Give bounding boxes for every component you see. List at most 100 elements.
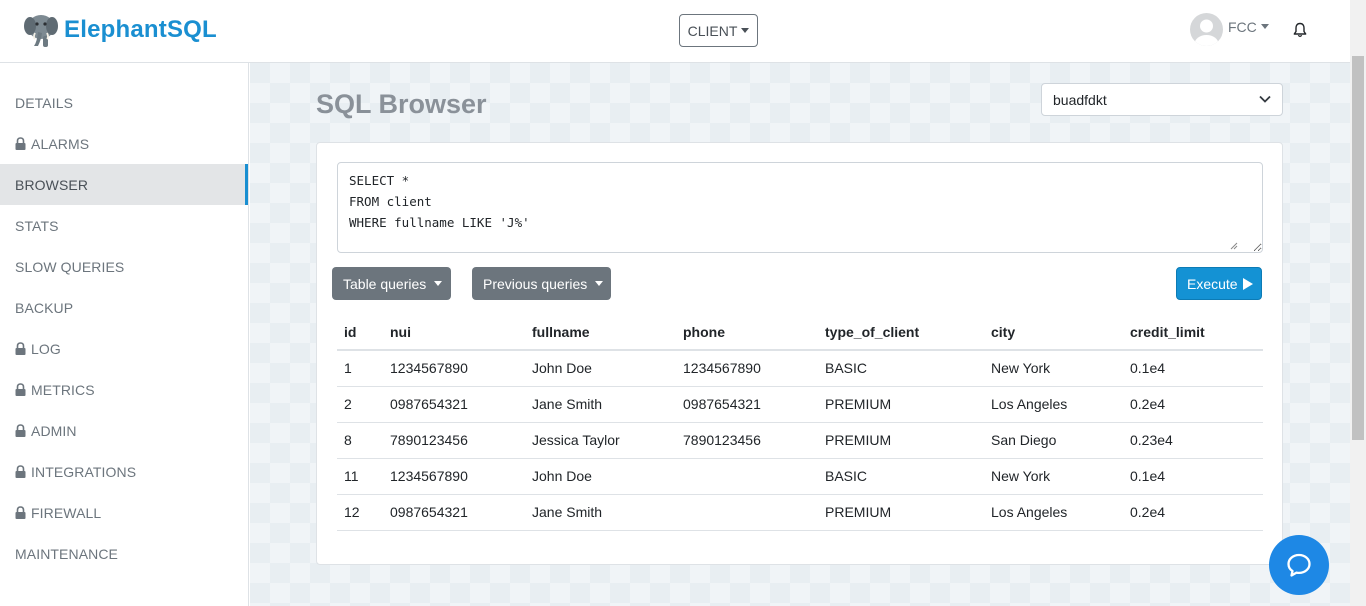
table-cell: 8 <box>337 422 383 459</box>
sidebar-item-label: BACKUP <box>15 299 74 316</box>
table-cell: 0.2e4 <box>1123 494 1263 531</box>
sidebar: DETAILS ALARMS BROWSER STATS SLOW QUERIE… <box>0 63 249 606</box>
table-cell: San Diego <box>984 422 1123 459</box>
table-row: 11 1234567890 John Doe BASIC New York 0.… <box>337 458 1263 495</box>
table-cell: 0987654321 <box>383 494 525 531</box>
caret-down-icon <box>1260 24 1269 29</box>
table-header-row: id nui fullname phone type_of_client cit… <box>337 314 1263 351</box>
user-silhouette-icon <box>1194 19 1219 46</box>
previous-queries-label: Previous queries <box>483 275 588 292</box>
table-row: 2 0987654321 Jane Smith 0987654321 PREMI… <box>337 386 1263 423</box>
table-cell: PREMIUM <box>818 386 984 423</box>
column-header: fullname <box>525 314 676 351</box>
table-cell: 11 <box>337 458 383 495</box>
table-cell: 2 <box>337 386 383 423</box>
user-menu[interactable]: FCC <box>1190 13 1269 46</box>
sidebar-item-label: BROWSER <box>15 176 89 193</box>
user-name: FCC <box>1228 18 1257 35</box>
sidebar-item-backup[interactable]: BACKUP <box>0 287 248 328</box>
table-row: 1 1234567890 John Doe 1234567890 BASIC N… <box>337 350 1263 387</box>
table-cell: 0987654321 <box>383 386 525 423</box>
results-table: id nui fullname phone type_of_client cit… <box>337 314 1263 531</box>
table-queries-label: Table queries <box>343 275 427 292</box>
sidebar-item-browser[interactable]: BROWSER <box>0 164 248 205</box>
table-cell: Jane Smith <box>525 386 676 423</box>
table-cell: 7890123456 <box>676 422 818 459</box>
main-content: SQL Browser buadfdkt SELECT * FROM clien… <box>250 63 1350 606</box>
sidebar-item-label: DETAILS <box>15 94 74 111</box>
bell-icon[interactable] <box>1293 22 1307 38</box>
table-cell: Jessica Taylor <box>525 422 676 459</box>
table-cell: 1234567890 <box>676 350 818 387</box>
database-select-value: buadfdkt <box>1053 91 1107 108</box>
table-cell: 0987654321 <box>676 386 818 423</box>
lock-icon <box>15 424 26 437</box>
scrollbar-thumb[interactable] <box>1352 56 1364 440</box>
execute-button[interactable]: Execute <box>1176 267 1262 300</box>
instance-dropdown-button[interactable]: CLIENT <box>679 14 758 47</box>
previous-queries-button[interactable]: Previous queries <box>472 267 611 300</box>
table-cell: 1234567890 <box>383 350 525 387</box>
table-row: 8 7890123456 Jessica Taylor 7890123456 P… <box>337 422 1263 459</box>
column-header: credit_limit <box>1123 314 1263 351</box>
database-select[interactable]: buadfdkt <box>1041 83 1283 116</box>
table-cell: BASIC <box>818 458 984 495</box>
avatar <box>1190 13 1223 46</box>
column-header: city <box>984 314 1123 351</box>
execute-label: Execute <box>1187 275 1238 292</box>
sidebar-item-label: INTEGRATIONS <box>31 463 137 480</box>
table-cell: Los Angeles <box>984 494 1123 531</box>
table-cell <box>676 458 818 495</box>
table-cell: 0.1e4 <box>1123 458 1263 495</box>
table-cell: 0.2e4 <box>1123 386 1263 423</box>
sidebar-item-label: LOG <box>31 340 61 357</box>
caret-down-icon <box>434 281 443 286</box>
caret-down-icon <box>741 28 750 33</box>
sidebar-item-slow-queries[interactable]: SLOW QUERIES <box>0 246 248 287</box>
table-cell: 0.23e4 <box>1123 422 1263 459</box>
table-cell: 1 <box>337 350 383 387</box>
sql-query-editor[interactable]: SELECT * FROM client WHERE fullname LIKE… <box>337 162 1263 253</box>
sidebar-item-stats[interactable]: STATS <box>0 205 248 246</box>
resize-grip-icon[interactable] <box>1230 242 1238 250</box>
query-card: SELECT * FROM client WHERE fullname LIKE… <box>316 142 1283 565</box>
sidebar-item-alarms[interactable]: ALARMS <box>0 123 248 164</box>
sidebar-item-admin[interactable]: ADMIN <box>0 410 248 451</box>
table-cell: Los Angeles <box>984 386 1123 423</box>
table-cell: New York <box>984 458 1123 495</box>
chevron-down-icon <box>1259 95 1271 103</box>
table-queries-button[interactable]: Table queries <box>332 267 451 300</box>
sidebar-item-label: METRICS <box>31 381 95 398</box>
chat-bubble-icon <box>1287 553 1311 577</box>
sidebar-item-log[interactable]: LOG <box>0 328 248 369</box>
sidebar-item-label: STATS <box>15 217 59 234</box>
sidebar-item-metrics[interactable]: METRICS <box>0 369 248 410</box>
table-cell: PREMIUM <box>818 422 984 459</box>
column-header: type_of_client <box>818 314 984 351</box>
table-cell: John Doe <box>525 458 676 495</box>
lock-icon <box>15 465 26 478</box>
elephant-logo-icon <box>24 15 58 47</box>
table-row: 12 0987654321 Jane Smith PREMIUM Los Ang… <box>337 494 1263 531</box>
sidebar-item-maintenance[interactable]: MAINTENANCE <box>0 533 248 574</box>
table-cell: BASIC <box>818 350 984 387</box>
table-cell: John Doe <box>525 350 676 387</box>
chat-launcher-button[interactable] <box>1269 535 1329 595</box>
column-header: id <box>337 314 383 351</box>
column-header: nui <box>383 314 525 351</box>
table-cell: 0.1e4 <box>1123 350 1263 387</box>
sidebar-item-firewall[interactable]: FIREWALL <box>0 492 248 533</box>
caret-down-icon <box>595 281 604 286</box>
lock-icon <box>15 506 26 519</box>
table-cell: New York <box>984 350 1123 387</box>
sidebar-item-integrations[interactable]: INTEGRATIONS <box>0 451 248 492</box>
instance-name: CLIENT <box>687 22 738 39</box>
sidebar-item-details[interactable]: DETAILS <box>0 82 248 123</box>
table-cell: Jane Smith <box>525 494 676 531</box>
brand-link[interactable]: ElephantSQL <box>24 12 217 48</box>
sidebar-item-label: ALARMS <box>31 135 90 152</box>
page-scrollbar[interactable] <box>1350 0 1366 606</box>
page-title: SQL Browser <box>316 89 487 119</box>
sidebar-item-label: MAINTENANCE <box>15 545 118 562</box>
sidebar-item-label: ADMIN <box>31 422 77 439</box>
